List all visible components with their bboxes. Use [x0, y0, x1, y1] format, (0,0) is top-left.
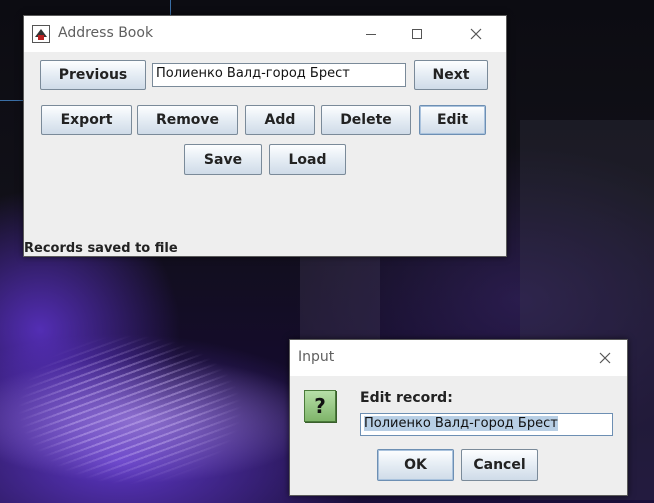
dialog-title-bar[interactable]: Input — [290, 340, 627, 376]
export-button[interactable]: Export — [41, 105, 132, 135]
ok-button[interactable]: OK — [377, 449, 454, 481]
delete-button[interactable]: Delete — [321, 105, 411, 135]
minimize-button[interactable] — [348, 16, 394, 52]
minimize-icon — [366, 34, 376, 35]
prompt-label: Edit record: — [360, 390, 453, 406]
dialog-close-button[interactable] — [582, 340, 628, 376]
record-field[interactable]: Полиенко Валд-город Брест — [152, 63, 406, 87]
background-panel — [300, 255, 380, 345]
close-button[interactable] — [453, 16, 499, 52]
wallpaper-pattern — [0, 300, 300, 503]
java-app-icon — [32, 25, 50, 43]
question-icon: ? — [304, 390, 336, 422]
edit-button[interactable]: Edit — [419, 105, 486, 135]
cancel-button[interactable]: Cancel — [461, 449, 538, 481]
close-icon — [470, 28, 482, 40]
close-icon — [599, 352, 611, 364]
previous-button[interactable]: Previous — [40, 60, 146, 90]
maximize-button[interactable] — [394, 16, 440, 52]
selected-text: Полиенко Валд-город Брест — [364, 416, 558, 431]
address-book-window: Address Book Previous Полиенко Валд-горо… — [23, 15, 507, 257]
save-button[interactable]: Save — [184, 144, 262, 175]
edit-record-input[interactable]: Полиенко Валд-город Брест — [360, 413, 613, 436]
input-dialog: Input ? Edit record: Полиенко Валд-город… — [289, 339, 628, 496]
remove-button[interactable]: Remove — [137, 105, 238, 135]
title-bar[interactable]: Address Book — [24, 16, 506, 52]
add-button[interactable]: Add — [245, 105, 315, 135]
load-button[interactable]: Load — [269, 144, 346, 175]
next-button[interactable]: Next — [414, 60, 488, 90]
window-title: Address Book — [58, 25, 154, 41]
dialog-title: Input — [298, 349, 335, 365]
status-label: Records saved to file — [24, 241, 178, 256]
maximize-icon — [412, 29, 422, 39]
